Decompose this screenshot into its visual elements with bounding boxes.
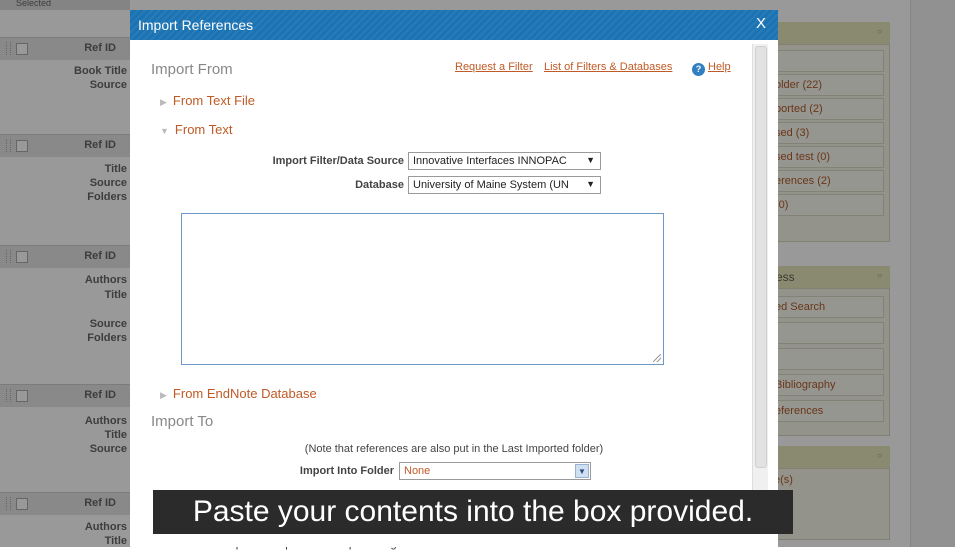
database-value: University of Maine System (UN: [413, 179, 569, 191]
import-folder-value: None: [404, 465, 431, 477]
tutorial-caption: Paste your contents into the box provide…: [153, 490, 793, 534]
dialog-title: Import References: [138, 17, 254, 33]
expander-label: From Text: [174, 122, 233, 137]
from-text-file-expander[interactable]: ▶ From Text File: [160, 93, 255, 108]
dialog-scrollbar[interactable]: [752, 44, 768, 532]
expander-label: From EndNote Database: [172, 386, 317, 401]
import-folder-label: Import Into Folder: [299, 465, 394, 477]
dialog-title-bar[interactable]: Import References X: [130, 10, 778, 40]
triangle-right-icon: ▶: [160, 390, 167, 400]
help-link[interactable]: Help: [708, 61, 731, 73]
help-icon[interactable]: ?: [692, 63, 705, 76]
request-filter-link[interactable]: Request a Filter: [455, 61, 533, 73]
scrollbar-thumb[interactable]: [755, 46, 767, 468]
filters-list-link[interactable]: List of Filters & Databases: [544, 61, 672, 73]
from-endnote-expander[interactable]: ▶ From EndNote Database: [160, 386, 317, 401]
import-filter-label: Import Filter/Data Source: [272, 155, 404, 167]
triangle-down-icon: ▼: [160, 126, 169, 136]
import-folder-select[interactable]: None ▼: [399, 462, 591, 480]
resize-handle-icon[interactable]: [653, 354, 661, 362]
dropdown-arrow-icon: ▼: [575, 464, 589, 478]
import-to-heading: Import To: [151, 413, 214, 430]
expander-label: From Text File: [172, 93, 256, 108]
from-text-expander[interactable]: ▼ From Text: [160, 122, 232, 137]
database-label: Database: [355, 179, 404, 191]
import-filter-select[interactable]: Innovative Interfaces INNOPAC ▼: [408, 152, 601, 170]
import-filter-value: Innovative Interfaces INNOPAC: [413, 155, 567, 167]
close-button[interactable]: X: [756, 15, 766, 32]
paste-text-area[interactable]: [181, 213, 664, 365]
dropdown-arrow-icon: ▼: [586, 179, 595, 189]
dropdown-arrow-icon: ▼: [586, 155, 595, 165]
import-references-dialog: Import References X Import From Request …: [130, 10, 778, 547]
triangle-right-icon: ▶: [160, 97, 167, 107]
import-from-heading: Import From: [151, 61, 233, 78]
import-note: (Note that references are also put in th…: [304, 443, 604, 455]
database-select[interactable]: University of Maine System (UN ▼: [408, 176, 601, 194]
